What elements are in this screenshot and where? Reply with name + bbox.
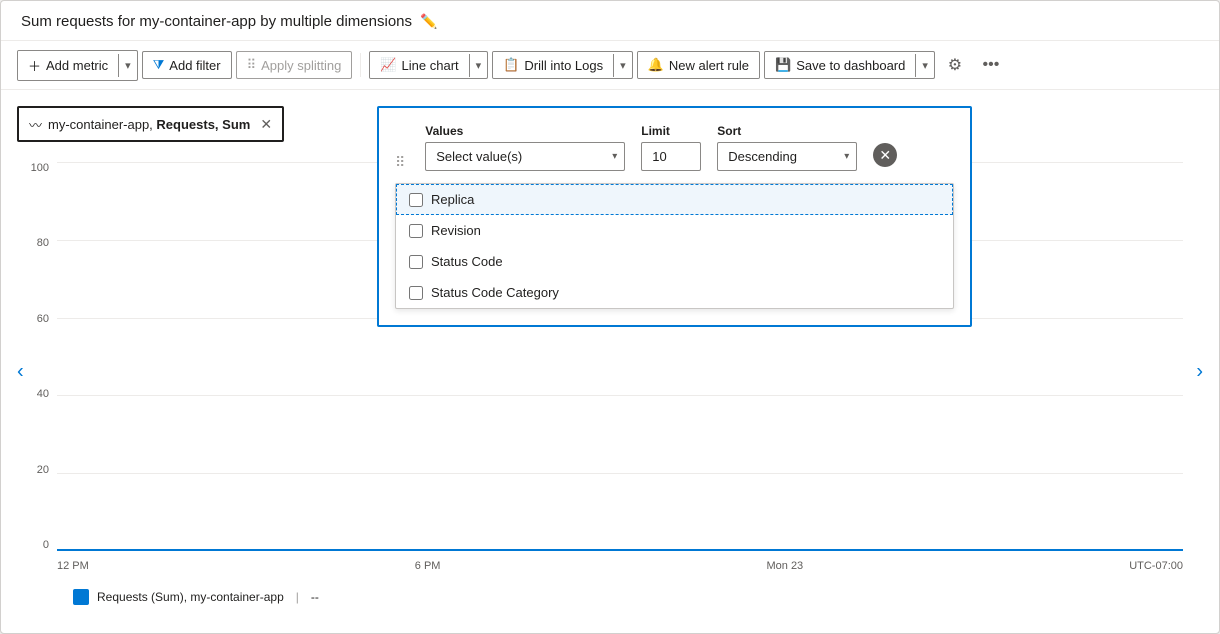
list-item-replica[interactable]: Replica [396,184,953,215]
legend: Requests (Sum), my-container-app | -- [17,581,1203,617]
values-select[interactable]: Select value(s) Replica Revision Status … [425,142,625,171]
drag-handle-icon: ⠿ [395,154,405,171]
values-field: Values Select value(s) Replica Revision … [425,124,625,171]
new-alert-button[interactable]: 🔔 New alert rule [638,52,759,78]
drill-logs-chevron[interactable]: ▾ [613,54,632,77]
new-alert-label: New alert rule [669,58,749,73]
splitting-panel-header: ⠿ Values Select value(s) Replica Revisio… [395,124,954,171]
x-axis: 12 PM 6 PM Mon 23 UTC-07:00 [57,556,1183,581]
list-item-status-code[interactable]: Status Code [396,246,953,277]
metric-trend-icon: 〰 [29,115,42,134]
dropdown-list: Replica Revision Status Code Status Code… [395,183,954,309]
limit-field: Limit [641,124,701,171]
x-label-6pm: 6 PM [415,560,441,572]
baseline [57,549,1183,551]
y-label-0: 0 [43,539,49,551]
y-label-80: 80 [37,237,49,249]
logs-icon: 📋 [503,57,519,73]
metric-chip: 〰 my-container-app, Requests, Sum ✕ [17,106,284,142]
values-select-wrapper: Select value(s) Replica Revision Status … [425,142,625,171]
sort-label: Sort [717,124,857,138]
grid-line-20 [57,473,1183,474]
list-item-status-code-category[interactable]: Status Code Category [396,277,953,308]
replica-checkbox[interactable] [409,193,423,207]
edit-icon[interactable]: ✏️ [420,13,437,30]
y-label-60: 60 [37,313,49,325]
drill-logs-button[interactable]: 📋 Drill into Logs [493,52,613,78]
apply-splitting-label: Apply splitting [261,58,341,73]
add-metric-button[interactable]: ＋ Add metric [18,51,118,80]
line-chart-label: Line chart [402,58,459,73]
ellipsis-icon: ••• [983,56,1000,74]
main-window: Sum requests for my-container-app by mul… [0,0,1220,634]
apply-splitting-button[interactable]: ⠿ Apply splitting [236,51,353,79]
x-label-12pm: 12 PM [57,560,89,572]
legend-value: -- [311,590,319,604]
save-icon: 💾 [775,57,791,73]
values-label: Values [425,124,625,138]
chart-nav-left[interactable]: ‹ [17,360,24,383]
filter-icon: ⧩ [153,57,165,73]
title-bar: Sum requests for my-container-app by mul… [1,1,1219,41]
settings-button[interactable]: ⚙ [939,49,971,81]
save-dashboard-label: Save to dashboard [796,58,905,73]
metric-row: 〰 my-container-app, Requests, Sum ✕ ⠿ Va… [17,106,1203,142]
metric-text: my-container-app, Requests, Sum [48,117,250,132]
new-alert-group[interactable]: 🔔 New alert rule [637,51,760,79]
page-title: Sum requests for my-container-app by mul… [21,13,412,30]
y-label-40: 40 [37,388,49,400]
splitting-panel: ⠿ Values Select value(s) Replica Revisio… [377,106,972,327]
line-chart-group[interactable]: 📈 Line chart ▾ [369,51,488,79]
add-filter-button[interactable]: ⧩ Add filter [142,51,232,79]
revision-label: Revision [431,223,481,238]
x-label-utc: UTC-07:00 [1129,560,1183,572]
sort-select-wrapper: Descending Ascending ▾ [717,142,857,171]
add-filter-label: Add filter [169,58,220,73]
sort-select[interactable]: Descending Ascending [717,142,857,171]
separator-1 [360,53,361,77]
x-label-mon23: Mon 23 [766,560,803,572]
line-chart-button[interactable]: 📈 Line chart [370,52,468,78]
content-area: 〰 my-container-app, Requests, Sum ✕ ⠿ Va… [1,90,1219,633]
save-dashboard-chevron[interactable]: ▾ [915,54,934,77]
close-panel-button[interactable]: ✕ [873,143,897,167]
drill-logs-label: Drill into Logs [524,58,603,73]
sort-field: Sort Descending Ascending ▾ [717,124,857,171]
legend-separator: | [296,590,299,604]
limit-input[interactable] [641,142,701,171]
replica-label: Replica [431,192,474,207]
add-metric-chevron[interactable]: ▾ [118,54,137,77]
metric-close-button[interactable]: ✕ [260,116,272,133]
chart-icon: 📈 [380,57,396,73]
splitting-icon: ⠿ [247,57,257,73]
revision-checkbox[interactable] [409,224,423,238]
legend-color-swatch [73,589,89,605]
status-code-category-label: Status Code Category [431,285,559,300]
alert-icon: 🔔 [648,57,664,73]
status-code-checkbox[interactable] [409,255,423,269]
limit-label: Limit [641,124,701,138]
more-options-button[interactable]: ••• [975,49,1007,81]
add-metric-group[interactable]: ＋ Add metric ▾ [17,50,138,81]
legend-text: Requests (Sum), my-container-app [97,590,284,604]
add-metric-label: Add metric [46,58,108,73]
plus-icon: ＋ [28,56,41,75]
toolbar: ＋ Add metric ▾ ⧩ Add filter ⠿ Apply spli… [1,41,1219,90]
status-code-category-checkbox[interactable] [409,286,423,300]
list-item-revision[interactable]: Revision [396,215,953,246]
save-dashboard-group[interactable]: 💾 Save to dashboard ▾ [764,51,935,79]
grid-line-40 [57,395,1183,396]
gear-icon: ⚙ [948,55,962,75]
line-chart-chevron[interactable]: ▾ [469,54,488,77]
chart-nav-right[interactable]: › [1196,360,1203,383]
y-label-20: 20 [37,464,49,476]
y-axis: 0 20 40 60 80 100 [17,162,57,551]
y-label-100: 100 [31,162,49,174]
drill-logs-group[interactable]: 📋 Drill into Logs ▾ [492,51,632,79]
status-code-label: Status Code [431,254,503,269]
save-dashboard-button[interactable]: 💾 Save to dashboard [765,52,915,78]
